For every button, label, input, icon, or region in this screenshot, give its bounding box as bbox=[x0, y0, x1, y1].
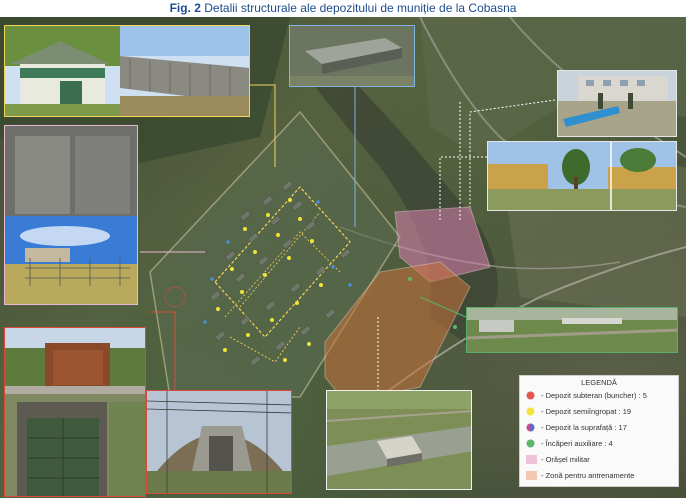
photo-bunkers-image bbox=[5, 328, 145, 496]
map-legend: LEGENDĂ - Depozit subteran (buncher) : 5… bbox=[519, 375, 679, 487]
photo-depot-wall bbox=[4, 125, 138, 305]
photo-training-aerial bbox=[326, 390, 472, 490]
legend-title: LEGENDĂ bbox=[581, 378, 617, 387]
auxiliary-marker bbox=[453, 325, 457, 329]
surface-marker-icon bbox=[526, 423, 535, 431]
photo-pool-image bbox=[558, 71, 676, 136]
figure-title: Fig. 2 Detalii structurale ale depozitul… bbox=[0, 0, 686, 16]
photo-aerial-warehouse bbox=[289, 25, 415, 87]
photo-surface-depot-image bbox=[5, 26, 249, 116]
legend-label: - Orășel militar bbox=[541, 454, 590, 464]
photo-aerial-warehouse-image bbox=[290, 26, 414, 86]
legend-label: - Depozit la suprafață : 17 bbox=[541, 422, 627, 432]
military-town-swatch bbox=[526, 454, 537, 464]
semi-buried-marker-icon bbox=[526, 407, 535, 415]
legend-label: - Depozit semiîngropat : 19 bbox=[541, 406, 632, 416]
training-zone-swatch bbox=[526, 470, 537, 480]
bunker-marker-icon bbox=[526, 391, 535, 399]
legend-label: - Depozit subteran (buncher) : 5 bbox=[541, 390, 647, 400]
photo-semi-buried-image bbox=[147, 391, 291, 493]
photo-barracks-image bbox=[488, 142, 676, 210]
figure-caption: Detalii structurale ale depozitului de m… bbox=[204, 1, 517, 15]
photo-auxiliary-image bbox=[467, 308, 677, 352]
auxiliary-marker bbox=[408, 277, 412, 281]
photo-training-image bbox=[327, 391, 471, 489]
legend-item-auxiliary: - Încăperi auxiliare : 4 bbox=[526, 437, 613, 449]
figure-number: Fig. 2 bbox=[169, 1, 201, 15]
photo-surface-depot bbox=[4, 25, 250, 117]
photo-bunkers bbox=[4, 327, 146, 497]
satellite-map: LEGENDĂ - Depozit subteran (buncher) : 5… bbox=[0, 17, 686, 498]
auxiliary-marker-icon bbox=[526, 439, 535, 447]
legend-label: - Zonă pentru antrenamente bbox=[541, 470, 635, 480]
photo-military-town-barracks bbox=[487, 141, 677, 211]
legend-item-military-town: - Orășel militar bbox=[526, 453, 590, 465]
photo-depot-wall-image bbox=[5, 126, 137, 304]
photo-auxiliary-aerial bbox=[466, 307, 678, 353]
photo-military-town-pool bbox=[557, 70, 677, 137]
photo-semi-buried-depot bbox=[146, 390, 292, 494]
legend-item-semi-buried: - Depozit semiîngropat : 19 bbox=[526, 405, 631, 417]
legend-label: - Încăperi auxiliare : 4 bbox=[541, 438, 613, 448]
legend-item-bunker: - Depozit subteran (buncher) : 5 bbox=[526, 389, 647, 401]
legend-item-surface: - Depozit la suprafață : 17 bbox=[526, 421, 627, 433]
legend-item-training-zone: - Zonă pentru antrenamente bbox=[526, 469, 634, 481]
